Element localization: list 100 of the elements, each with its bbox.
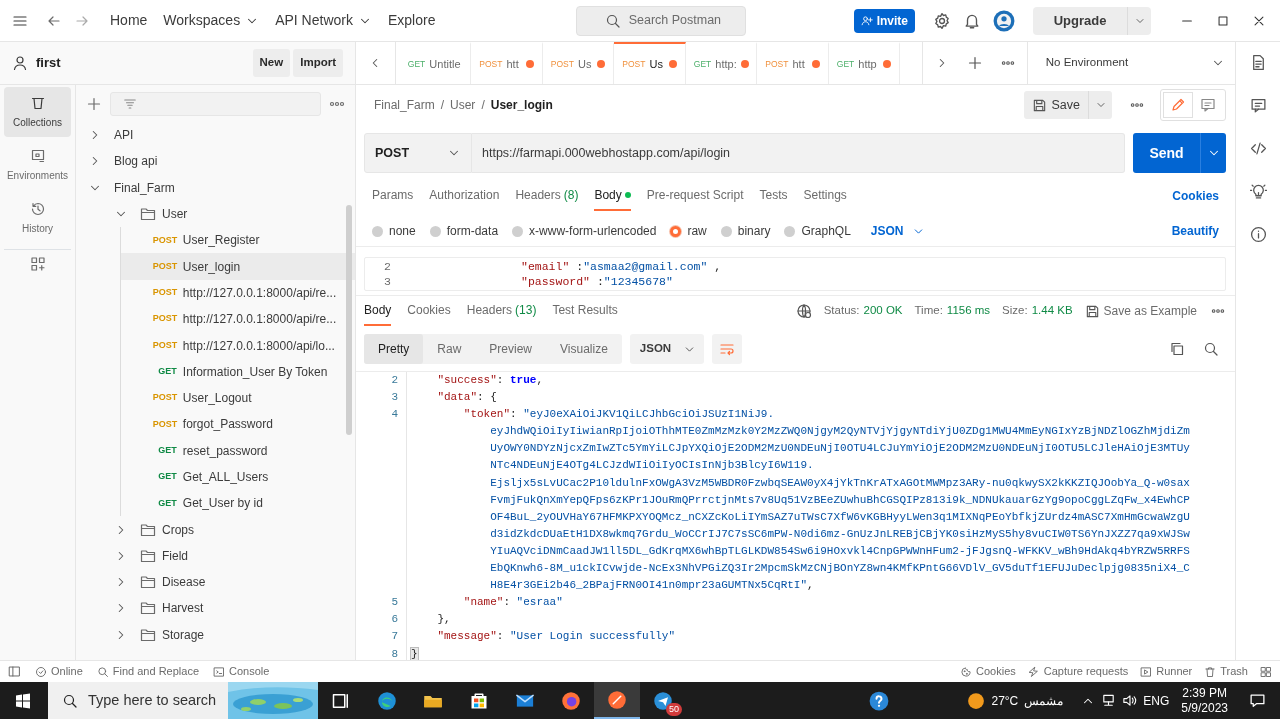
invite-button[interactable]: Invite [853, 8, 915, 33]
body-type-radio[interactable]: form-data [429, 222, 499, 240]
body-type-radio[interactable]: raw [670, 222, 707, 240]
code-icon[interactable] [1249, 140, 1267, 157]
view-tab[interactable]: Preview [475, 334, 547, 364]
request-item[interactable]: GET reset_password [121, 437, 355, 464]
send-button[interactable]: Send [1133, 133, 1200, 173]
collection-item[interactable]: Blog api [76, 148, 355, 175]
footer-item[interactable]: Capture requests [1027, 663, 1129, 680]
folder-item[interactable]: Harvest [76, 595, 355, 622]
speaker-icon[interactable] [1122, 693, 1138, 708]
url-field[interactable]: https://farmapi.000webhostapp.com/api/login [472, 133, 1125, 173]
footer-item[interactable]: Find and Replace [96, 663, 200, 680]
notification-center-icon[interactable] [1248, 692, 1266, 709]
request-section-tab[interactable]: Headers (8) [515, 181, 579, 211]
clock-date[interactable]: 5/9/2023 [1181, 700, 1228, 716]
collection-item[interactable]: Final_Farm [76, 174, 355, 201]
save-example-button[interactable]: Save as Example [1084, 302, 1197, 320]
request-tab[interactable]: POST Us [614, 42, 686, 84]
workspace-button[interactable]: New [252, 49, 291, 77]
request-section-tab[interactable]: Params [372, 181, 414, 211]
request-item[interactable]: POST http://127.0.0.1:8000/api/re... [121, 306, 355, 333]
info-icon[interactable] [1249, 226, 1267, 243]
folder-item[interactable]: Disease [76, 569, 355, 596]
body-type-radio[interactable]: GraphQL [784, 222, 851, 240]
scrollbar[interactable] [346, 205, 352, 435]
method-select[interactable]: POST [364, 133, 472, 173]
nav-menu[interactable]: API Network [267, 6, 380, 35]
view-tab[interactable]: Raw [423, 334, 476, 364]
response-tab[interactable]: Body [364, 296, 392, 326]
sidebar-tab[interactable]: History [4, 193, 71, 243]
nav-menu[interactable]: Workspaces [155, 6, 268, 35]
maximize-icon[interactable] [1216, 13, 1230, 28]
sidebar-tab[interactable]: Environments [4, 140, 71, 190]
globe-icon[interactable] [795, 303, 812, 319]
footer-item[interactable]: Online [35, 663, 83, 680]
nav-link[interactable]: Home [102, 6, 156, 35]
upgrade-button[interactable]: Upgrade [1033, 6, 1127, 35]
request-item[interactable]: POST http://127.0.0.1:8000/api/re... [121, 279, 355, 307]
sidebar-tab[interactable]: Collections [4, 87, 71, 137]
copy-icon[interactable] [1169, 341, 1185, 357]
request-section-tab[interactable]: Authorization [429, 181, 500, 211]
request-item[interactable]: GET Get_User by id [121, 490, 355, 517]
lightbulb-icon[interactable] [1249, 183, 1267, 200]
request-section-tab[interactable]: Tests [759, 181, 788, 211]
network-icon[interactable] [1101, 693, 1117, 708]
breadcrumb-link[interactable]: Final_Farm [374, 96, 435, 114]
layout-icon[interactable] [8, 665, 21, 678]
request-item[interactable]: GET Get_ALL_Users [121, 463, 355, 491]
clock-time[interactable]: 2:39 PM [1182, 685, 1227, 701]
store-icon[interactable] [469, 690, 489, 711]
response-tab[interactable]: Test Results [552, 296, 618, 326]
request-item[interactable]: POST User_Register [121, 227, 355, 254]
add-grid-icon[interactable] [29, 256, 46, 272]
sun-icon[interactable] [967, 691, 986, 710]
request-item[interactable]: POST http://127.0.0.1:8000/api/lo... [121, 332, 355, 359]
breadcrumb-link[interactable]: User [450, 96, 476, 114]
request-section-tab[interactable]: Settings [803, 181, 847, 211]
environment-select[interactable]: No Environment [1026, 42, 1235, 84]
cookies-link[interactable]: Cookies [1166, 186, 1225, 206]
view-tab[interactable]: Visualize [546, 334, 622, 364]
folder-item[interactable]: Field [76, 542, 355, 570]
taskbar-search-field[interactable]: Type here to search [48, 682, 318, 719]
grid-icon[interactable] [1260, 665, 1272, 678]
view-tab[interactable]: Pretty [364, 334, 424, 364]
folder-item[interactable]: Crops [76, 516, 355, 543]
request-item[interactable]: GET Information_User By Token [121, 358, 355, 385]
help-icon[interactable] [869, 690, 889, 711]
beautify-link[interactable]: Beautify [1165, 221, 1225, 241]
comment-icon[interactable] [1249, 97, 1267, 114]
request-item[interactable]: POST forgot_Password [121, 411, 355, 438]
request-body-editor[interactable]: 2 "email" :"asmaa2@gmail.com" , 3 "password" :"12345678" [364, 257, 1226, 291]
settings-icon[interactable] [933, 11, 951, 30]
folder-item[interactable]: Storage [76, 621, 355, 648]
footer-item[interactable]: Console [213, 663, 270, 680]
response-tab[interactable]: Headers (13) [466, 296, 537, 326]
request-section-tab[interactable]: Body [594, 181, 631, 211]
footer-item[interactable]: Cookies [960, 663, 1016, 680]
request-item[interactable]: POST User_login [121, 253, 355, 280]
request-section-tab[interactable]: Pre-request Script [646, 181, 744, 211]
request-item[interactable]: POST User_Logout [121, 384, 355, 412]
nav-link[interactable]: Explore [379, 6, 444, 35]
format-select[interactable]: JSON [864, 221, 931, 241]
body-type-radio[interactable]: x-www-form-urlencoded [512, 222, 657, 240]
response-tab[interactable]: Cookies [407, 296, 451, 326]
footer-item[interactable]: Runner [1140, 663, 1193, 680]
body-type-radio[interactable]: none [372, 222, 416, 240]
workspace-button[interactable]: Import [293, 49, 343, 77]
body-type-radio[interactable]: binary [720, 222, 771, 240]
avatar-icon[interactable] [993, 9, 1015, 32]
language-indicator[interactable]: ENG [1143, 691, 1170, 710]
add-tab-icon[interactable] [966, 55, 983, 71]
windows-start-icon[interactable] [15, 692, 31, 709]
footer-item[interactable]: Trash [1204, 663, 1248, 680]
folder-item[interactable]: User [76, 200, 355, 228]
collection-item[interactable]: API [76, 122, 355, 149]
search-field[interactable]: Search Postman [575, 5, 746, 36]
filter-field[interactable] [110, 92, 321, 116]
save-button[interactable]: Save [1023, 91, 1088, 119]
format-select[interactable]: JSON [629, 334, 705, 364]
